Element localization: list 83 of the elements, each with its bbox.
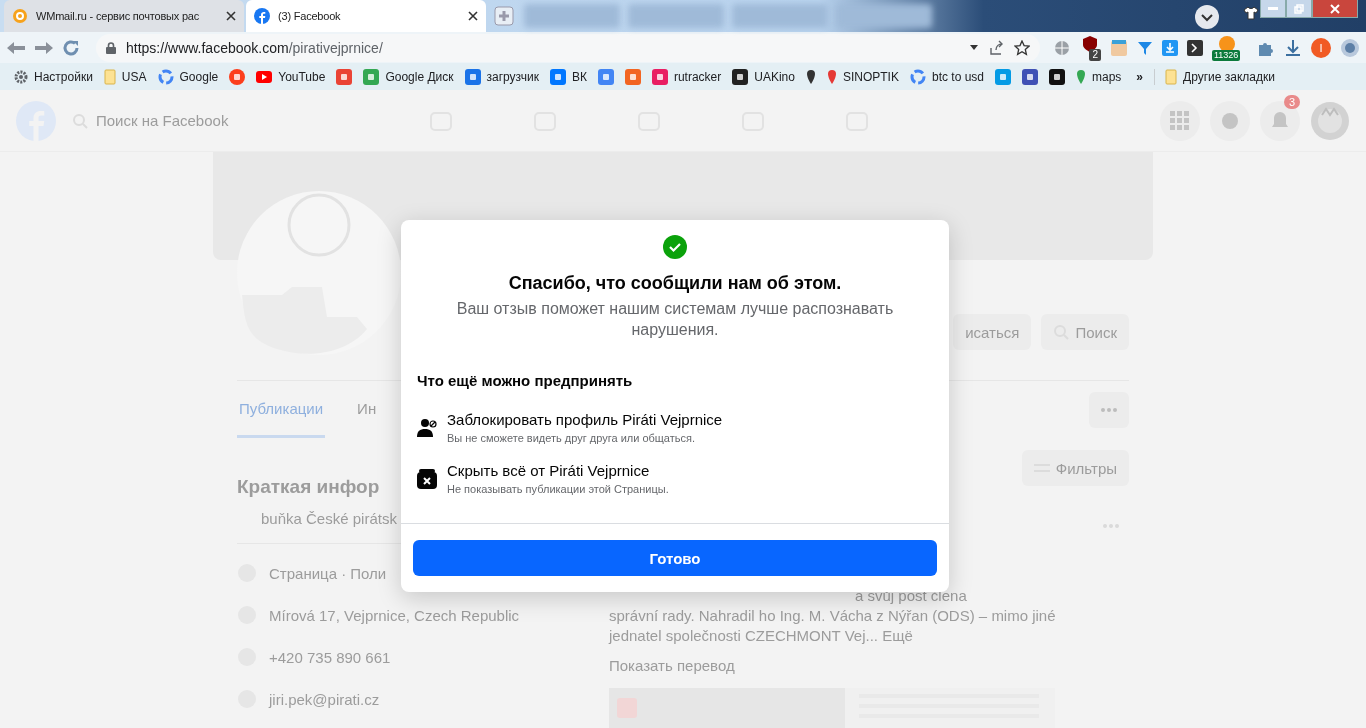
globe-icon[interactable]	[1054, 39, 1070, 56]
shirt-icon[interactable]	[1243, 6, 1259, 20]
success-check-icon	[663, 235, 687, 259]
bookmark[interactable]: maps	[1076, 68, 1122, 85]
intro-detail: Страница · Поли	[269, 564, 387, 582]
option-title[interactable]: Скрыть всё от Piráti Vejprnice	[447, 462, 669, 479]
more-bookmarks-button[interactable]: »	[1136, 69, 1143, 84]
forward-arrow-icon[interactable]	[34, 40, 54, 55]
square-icon	[1049, 68, 1065, 85]
download-icon[interactable]	[1284, 38, 1302, 57]
blurred-tab[interactable]	[836, 4, 932, 28]
option-title[interactable]: Заблокировать профиль Piráti Vejprnice	[447, 411, 723, 428]
intro-detail: Mírová 17, Vejprnice, Czech Republic	[269, 606, 520, 624]
dropdown-caret-icon[interactable]	[970, 45, 978, 51]
intro-title: Краткая инфор	[237, 476, 380, 498]
share-icon[interactable]	[988, 39, 1004, 56]
browser-tab[interactable]: (3) Facebook	[246, 0, 486, 32]
bookmark[interactable]: YouTube	[256, 69, 326, 84]
folder-icon	[103, 68, 116, 85]
gear-globe-icon[interactable]	[1340, 37, 1360, 58]
tab-title: (3) Facebook	[278, 10, 342, 22]
bookmark[interactable]: Google Диск	[363, 68, 454, 85]
bookmark[interactable]: SINOPTIK	[826, 68, 899, 85]
gear-icon	[14, 69, 28, 84]
youtube-icon	[256, 70, 273, 83]
google-icon	[909, 68, 926, 85]
reload-icon[interactable]	[62, 38, 80, 57]
minimize-icon	[1268, 6, 1278, 11]
square-icon	[995, 68, 1011, 85]
close-icon	[1330, 3, 1340, 14]
post-text: jednatel společnosti CZECHMONT Vej... Ещё	[609, 626, 913, 646]
block-person-icon	[417, 417, 437, 438]
messenger-button[interactable]	[1210, 100, 1250, 141]
facebook-favicon-icon	[254, 8, 270, 24]
google-icon	[157, 68, 174, 85]
address-field[interactable]: https://www.facebook.com/pirativejprnice/	[96, 33, 1040, 62]
close-icon[interactable]	[226, 11, 236, 21]
back-arrow-icon[interactable]	[6, 40, 26, 55]
bookmark[interactable]: btc to usd	[909, 68, 984, 85]
map-pin-icon	[1076, 68, 1086, 85]
bookmark[interactable]: загрузчик	[464, 68, 539, 85]
bookmark[interactable]	[1049, 68, 1065, 85]
tab-title: WMmail.ru - сервис почтовых рас	[36, 10, 201, 22]
download-extension-icon[interactable]	[1162, 39, 1178, 56]
intro-detail: jiri.pek@pirati.cz	[269, 690, 380, 708]
bookmark[interactable]: rutracker	[651, 68, 722, 85]
folder-icon	[1165, 68, 1177, 85]
mail-favicon-icon	[12, 8, 28, 24]
dialog-title: Спасибо, что сообщили нам об этом.	[508, 273, 842, 294]
bookmark[interactable]: UAKino	[732, 68, 795, 85]
bookmark[interactable]: ВК	[549, 68, 587, 85]
option-description: Вы не сможете видеть друг друга или общаться.	[447, 432, 696, 444]
close-icon[interactable]	[468, 11, 478, 21]
intro-detail: +420 735 890 661	[269, 648, 391, 666]
option-description: Не показывать публикации этой Страницы.	[447, 483, 669, 495]
post-text: správní rady. Nahradil ho Ing. M. Vácha z Nýřan (ODS) – mimo jiné	[609, 606, 1056, 626]
more-button[interactable]	[1089, 391, 1129, 428]
bookmark[interactable]: USA	[103, 68, 147, 85]
restore-button[interactable]	[1286, 0, 1312, 18]
account-avatar-icon[interactable]	[1310, 100, 1350, 141]
intro-description: buňka České pirátsk	[261, 510, 397, 527]
funnel-icon[interactable]	[1137, 39, 1153, 56]
bookmark[interactable]: Настройки	[14, 69, 93, 84]
notifications-button[interactable]	[1260, 100, 1300, 141]
lock-icon	[106, 41, 116, 54]
bookmark[interactable]: Google	[157, 68, 219, 85]
browser-tab[interactable]: WMmail.ru - сервис почтовых рас	[4, 0, 244, 32]
bookmark[interactable]: Другие закладки	[1154, 68, 1275, 85]
notification-count: 3	[1284, 94, 1301, 109]
url-text: https://www.facebook.com/pirativejprnice/	[126, 39, 384, 56]
new-tab-icon[interactable]	[494, 6, 514, 26]
hide-box-icon	[417, 468, 437, 489]
grid-icon	[1170, 110, 1190, 131]
square-icon	[624, 68, 641, 85]
tab-search-icon[interactable]	[1194, 4, 1220, 30]
restore-icon	[1294, 3, 1304, 14]
menu-button[interactable]	[1160, 100, 1200, 141]
dialog-subtitle: Ваш отзыв поможет нашим системам лучше распознавать нарушения.	[455, 299, 895, 340]
dots-icon	[1101, 407, 1117, 412]
done-button[interactable]: Готово	[413, 540, 937, 576]
close-window-button[interactable]	[1312, 0, 1358, 18]
terminal-icon[interactable]	[1187, 39, 1203, 56]
section-heading: Что ещё можно предпринять	[416, 372, 634, 389]
